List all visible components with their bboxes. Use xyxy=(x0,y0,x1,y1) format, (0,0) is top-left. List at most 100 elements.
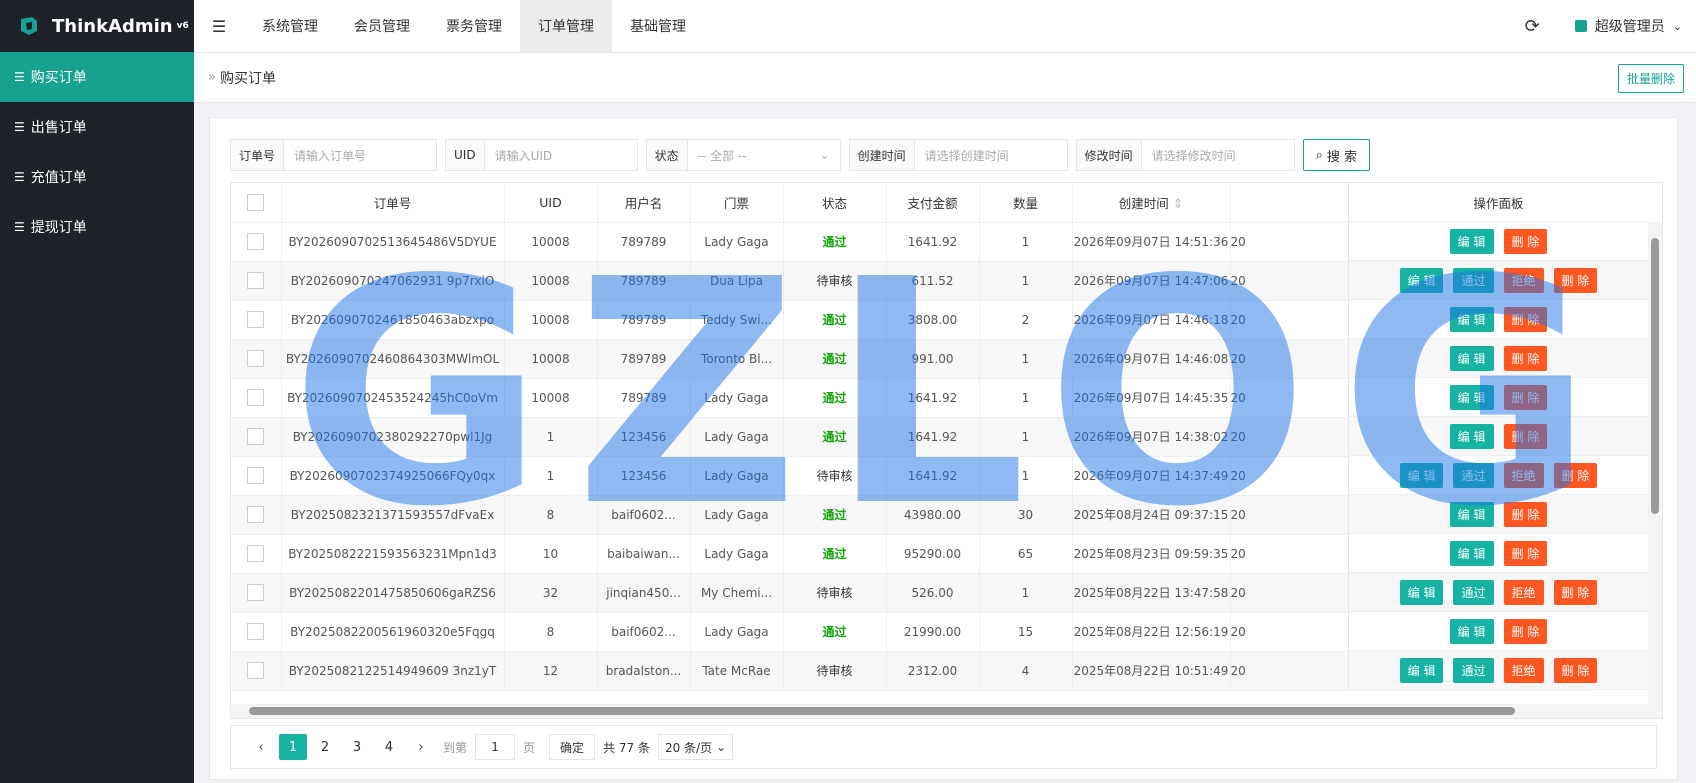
col-status[interactable]: 状态 xyxy=(783,183,887,223)
delete-button[interactable]: 删 除 xyxy=(1503,345,1548,371)
edit-button[interactable]: 编 辑 xyxy=(1449,228,1494,254)
col-user[interactable]: 用户名 xyxy=(597,183,691,223)
tab-orders[interactable]: 订单管理 xyxy=(520,0,612,52)
cell-created: 2026年09月07日 14:45:35 xyxy=(1072,378,1231,418)
cell-qty: 1 xyxy=(979,378,1073,418)
row-checkbox[interactable] xyxy=(247,662,265,679)
batch-delete-button[interactable]: 批量删除 xyxy=(1617,64,1684,93)
cell-amount: 95290.00 xyxy=(886,534,980,574)
sidebar-item-sell-orders[interactable]: ☰ 出售订单 xyxy=(0,102,194,152)
horizontal-scrollbar[interactable] xyxy=(231,704,1662,718)
cell-uid: 32 xyxy=(504,573,598,613)
row-checkbox[interactable] xyxy=(247,467,265,484)
order-no-input[interactable]: 请输入订单号 xyxy=(284,140,436,170)
row-checkbox[interactable] xyxy=(247,350,265,367)
col-qty[interactable]: 数量 xyxy=(979,183,1073,223)
status-select[interactable]: -- 全部 -- ⌄ xyxy=(688,140,840,170)
edit-button[interactable]: 编 辑 xyxy=(1449,501,1494,527)
delete-button[interactable]: 删 除 xyxy=(1553,579,1598,605)
pass-button[interactable]: 通过 xyxy=(1453,267,1494,293)
page-4[interactable]: 4 xyxy=(375,734,403,760)
tab-tickets[interactable]: 票务管理 xyxy=(428,0,520,52)
col-ops: 操作面板 xyxy=(1349,183,1648,222)
row-checkbox[interactable] xyxy=(247,623,265,640)
filter-label: 状态 xyxy=(646,140,688,170)
cell-status: 待审核 xyxy=(783,261,887,301)
delete-button[interactable]: 删 除 xyxy=(1503,540,1548,566)
edit-button[interactable]: 编 辑 xyxy=(1449,345,1494,371)
page-3[interactable]: 3 xyxy=(343,734,371,760)
col-amount[interactable]: 支付金额 xyxy=(886,183,980,223)
cell-qty: 1 xyxy=(979,573,1073,613)
vertical-scrollbar[interactable] xyxy=(1648,222,1662,704)
tab-system[interactable]: 系统管理 xyxy=(244,0,336,52)
edit-button[interactable]: 编 辑 xyxy=(1399,579,1444,605)
sidebar-item-buy-orders[interactable]: ☰ 购买订单 xyxy=(0,52,194,102)
edit-button[interactable]: 编 辑 xyxy=(1399,462,1444,488)
row-checkbox[interactable] xyxy=(247,584,265,601)
page-2[interactable]: 2 xyxy=(311,734,339,760)
confirm-page-button[interactable]: 确定 xyxy=(549,734,596,760)
row-checkbox[interactable] xyxy=(247,506,265,523)
pass-button[interactable]: 通过 xyxy=(1453,657,1494,683)
next-page-button[interactable]: › xyxy=(407,734,435,760)
edit-button[interactable]: 编 辑 xyxy=(1449,306,1494,332)
edit-button[interactable]: 编 辑 xyxy=(1399,267,1444,293)
edit-button[interactable]: 编 辑 xyxy=(1449,618,1494,644)
reject-button[interactable]: 拒绝 xyxy=(1503,267,1544,293)
row-checkbox[interactable] xyxy=(247,545,265,562)
col-ticket[interactable]: 门票 xyxy=(690,183,784,223)
cell-ticket: Lady Gaga xyxy=(690,534,784,574)
edit-button[interactable]: 编 辑 xyxy=(1449,384,1494,410)
reject-button[interactable]: 拒绝 xyxy=(1503,657,1544,683)
page-size-select[interactable]: 20 条/页 ⌄ xyxy=(657,734,734,760)
reject-button[interactable]: 拒绝 xyxy=(1503,462,1544,488)
refresh-icon[interactable]: ⟳ xyxy=(1525,16,1545,37)
modified-time-input[interactable]: 请选择修改时间 xyxy=(1142,140,1294,170)
sidebar-item-recharge-orders[interactable]: ☰ 充值订单 xyxy=(0,152,194,202)
sidebar-item-withdraw-orders[interactable]: ☰ 提现订单 xyxy=(0,202,194,252)
col-created[interactable]: 创建时间 ⇕ xyxy=(1072,183,1231,223)
prev-page-button[interactable]: ‹ xyxy=(247,734,275,760)
tab-basic[interactable]: 基础管理 xyxy=(612,0,704,52)
delete-button[interactable]: 删 除 xyxy=(1553,462,1598,488)
uid-input[interactable]: 请输入UID xyxy=(485,140,637,170)
scroll-thumb[interactable] xyxy=(249,707,1515,715)
delete-button[interactable]: 删 除 xyxy=(1503,384,1548,410)
sort-icon[interactable]: ⇕ xyxy=(1173,196,1183,211)
row-checkbox[interactable] xyxy=(247,311,265,328)
cell-user: 789789 xyxy=(597,339,691,379)
edit-button[interactable]: 编 辑 xyxy=(1449,540,1494,566)
tab-members[interactable]: 会员管理 xyxy=(336,0,428,52)
select-all-checkbox[interactable] xyxy=(247,193,265,211)
col-uid[interactable]: UID xyxy=(504,183,598,223)
delete-button[interactable]: 删 除 xyxy=(1503,618,1548,644)
scroll-thumb[interactable] xyxy=(1651,238,1659,514)
pass-button[interactable]: 通过 xyxy=(1453,462,1494,488)
delete-button[interactable]: 删 除 xyxy=(1503,228,1548,254)
pass-button[interactable]: 通过 xyxy=(1453,579,1494,605)
col-order-no[interactable]: 订单号 xyxy=(281,183,505,223)
sidebar-toggle-icon[interactable]: ☰ xyxy=(194,0,244,52)
delete-button[interactable]: 删 除 xyxy=(1553,657,1598,683)
page-1[interactable]: 1 xyxy=(279,734,307,760)
created-time-input[interactable]: 请选择创建时间 xyxy=(915,140,1067,170)
delete-button[interactable]: 删 除 xyxy=(1503,423,1548,449)
cell-amount: 1641.92 xyxy=(886,222,980,262)
delete-button[interactable]: 删 除 xyxy=(1503,306,1548,332)
row-checkbox[interactable] xyxy=(247,428,265,445)
edit-button[interactable]: 编 辑 xyxy=(1399,657,1444,683)
user-menu[interactable]: 超级管理员 ⌄ xyxy=(1574,16,1682,36)
delete-button[interactable]: 删 除 xyxy=(1553,267,1598,293)
row-checkbox[interactable] xyxy=(247,389,265,406)
edit-button[interactable]: 编 辑 xyxy=(1449,423,1494,449)
row-checkbox[interactable] xyxy=(247,233,265,250)
delete-button[interactable]: 删 除 xyxy=(1503,501,1548,527)
search-button[interactable]: ⌕ 搜 索 xyxy=(1302,139,1371,171)
row-select-cell xyxy=(231,378,282,418)
reject-button[interactable]: 拒绝 xyxy=(1503,579,1544,605)
row-checkbox[interactable] xyxy=(247,272,265,289)
page-input[interactable]: 1 xyxy=(475,734,516,760)
brand[interactable]: ThinkAdmin v6 xyxy=(0,0,194,52)
total-count: 共 77 条 xyxy=(603,740,650,755)
